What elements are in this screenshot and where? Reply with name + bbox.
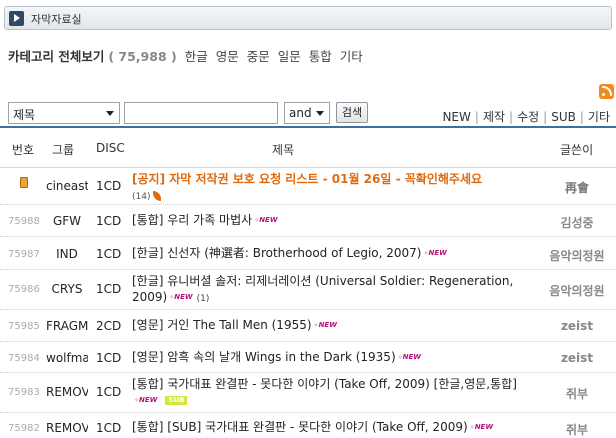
row-writer[interactable]: 再會 [538, 179, 616, 196]
search-field-select[interactable]: 제목 [8, 102, 120, 124]
row-writer[interactable]: 음악의정원 [538, 282, 616, 299]
col-disc: DISC [96, 141, 125, 155]
sub-badge: SUB [165, 396, 188, 405]
row-group[interactable]: IND [46, 247, 88, 261]
new-icon: NEW [254, 212, 277, 229]
category-link-english[interactable]: 영문 [216, 49, 239, 64]
row-num: 75986 [8, 284, 40, 295]
row-title: [통합] 우리 가족 마법사NEW [132, 212, 536, 231]
row-num: 75985 [8, 321, 40, 332]
filter-sub-link[interactable]: SUB [551, 110, 576, 124]
category-link-chinese[interactable]: 중문 [247, 49, 270, 64]
filter-other-link[interactable]: 기타 [588, 110, 610, 124]
table-header: 번호 그룹 DISC 제목 글쓴이 [0, 130, 616, 168]
row-writer[interactable]: 쥐부 [538, 385, 616, 402]
row-title: [통합] [SUB] 국가대표 완결판 - 못다한 이야기 (Take Off,… [132, 419, 536, 438]
filter-made-link[interactable]: 제작 [483, 110, 505, 124]
category-link-other[interactable]: 기타 [340, 49, 363, 64]
comment-count[interactable]: (14) [132, 192, 150, 202]
new-icon: NEW [470, 419, 493, 436]
row-title: [영문] 거인 The Tall Men (1955)NEW [132, 317, 536, 336]
row-title-link[interactable]: [영문] 거인 The Tall Men (1955) [132, 318, 312, 332]
table-row: cineast 1CD [공지] 자막 저작권 보호 요청 리스트 - 01월 … [0, 169, 616, 205]
category-link-japanese[interactable]: 일문 [278, 49, 301, 64]
play-icon [9, 11, 24, 26]
row-writer[interactable]: 음악의정원 [538, 247, 616, 264]
filter-edit-link[interactable]: 수정 [517, 110, 539, 124]
row-num: 75982 [8, 423, 40, 434]
row-disc: 1CD [96, 385, 122, 399]
total-count: ( 75,988 ) [108, 49, 177, 64]
row-title-link[interactable]: [통합] 국가대표 완결판 - 못다한 이야기 (Take Off, 2009)… [132, 377, 517, 391]
row-title: [한글] 신선자 (神選者: Brotherhood of Legio, 200… [132, 245, 536, 264]
table-row: 75983 REMOV 1CD [통합] 국가대표 완결판 - 못다한 이야기 … [0, 373, 616, 413]
row-title: [영문] 암흑 속의 날개 Wings in the Dark (1935)NE… [132, 349, 536, 368]
row-writer[interactable]: zeist [538, 351, 616, 365]
row-num: 75987 [8, 249, 40, 260]
row-num: 75984 [8, 353, 40, 364]
row-group[interactable]: REMOV [46, 385, 88, 399]
row-disc: 1CD [96, 214, 122, 228]
row-writer[interactable]: 김성중 [538, 214, 616, 231]
new-icon: NEW [134, 392, 157, 409]
search-input[interactable] [124, 102, 278, 124]
row-group[interactable]: CRYS [46, 282, 88, 296]
search-button[interactable]: 검색 [336, 102, 368, 123]
row-group[interactable]: REMOV [46, 421, 88, 435]
row-title: [공지] 자막 저작권 보호 요청 리스트 - 01월 26일 - 꼭확인해주세… [132, 171, 536, 205]
search-field-value: 제목 [13, 108, 36, 122]
col-group: 그룹 [52, 143, 75, 157]
row-disc: 1CD [96, 351, 122, 365]
col-writer: 글쓴이 [560, 143, 594, 157]
category-all-link[interactable]: 카테고리 전체보기 [8, 49, 104, 64]
row-title-link[interactable]: [영문] 암흑 속의 날개 Wings in the Dark (1935) [132, 350, 396, 364]
search-bar: 제목 and 검색 NEW | 제작 | 수정 | SUB | 기타 [0, 98, 616, 128]
new-icon: NEW [314, 317, 337, 334]
comment-count[interactable]: (1) [197, 294, 210, 304]
row-writer[interactable]: zeist [538, 319, 616, 333]
row-title-link[interactable]: [통합] [SUB] 국가대표 완결판 - 못다한 이야기 (Take Off,… [132, 420, 468, 434]
filter-new-link[interactable]: NEW [442, 110, 470, 124]
notice-icon [20, 177, 28, 188]
row-disc: 1CD [96, 179, 122, 193]
row-group[interactable]: cineast [46, 179, 88, 193]
row-disc: 1CD [96, 421, 122, 435]
row-title-link[interactable]: [한글] 신선자 (神選者: Brotherhood of Legio, 200… [132, 246, 422, 260]
row-num: 75988 [8, 216, 40, 227]
col-title: 제목 [272, 143, 295, 157]
col-num: 번호 [12, 143, 35, 157]
category-line: 카테고리 전체보기 ( 75,988 ) 한글 영문 중문 일문 통합 기타 [8, 46, 363, 65]
row-num: 75983 [8, 387, 40, 398]
row-disc: 1CD [96, 247, 122, 261]
row-title: [통합] 국가대표 완결판 - 못다한 이야기 (Take Off, 2009)… [132, 376, 536, 411]
row-group[interactable]: GFW [46, 214, 88, 228]
rss-icon[interactable] [599, 84, 614, 99]
row-disc: 2CD [96, 319, 122, 333]
row-disc: 1CD [96, 282, 122, 296]
search-operator-value: and [289, 106, 312, 120]
new-icon: NEW [398, 349, 421, 366]
table-row: 75985 FRAGMI 2CD [영문] 거인 The Tall Men (1… [0, 310, 616, 342]
search-operator-select[interactable]: and [284, 102, 330, 124]
table-row: 75988 GFW 1CD [통합] 우리 가족 마법사NEW 김성중 [0, 205, 616, 237]
row-title: [한글] 유니버셜 솔저: 리제너레이션 (Universal Soldier:… [132, 273, 536, 308]
table-row: 75986 CRYS 1CD [한글] 유니버셜 솔저: 리제너레이션 (Uni… [0, 270, 616, 310]
new-icon: NEW [424, 245, 447, 262]
row-title-link[interactable]: [공지] 자막 저작권 보호 요청 리스트 - 01월 26일 - 꼭확인해주세… [132, 172, 482, 186]
row-writer[interactable]: 쥐부 [538, 421, 616, 438]
row-group[interactable]: wolfma [46, 351, 88, 365]
new-icon: NEW [169, 289, 192, 306]
table-row: 75984 wolfma 1CD [영문] 암흑 속의 날개 Wings in … [0, 342, 616, 373]
board-title: 자막자료실 [31, 13, 82, 26]
board-title-bar: 자막자료실 [4, 6, 612, 30]
leaf-icon [153, 190, 162, 201]
category-link-combined[interactable]: 통합 [309, 49, 332, 64]
table-row: 75982 REMOV 1CD [통합] [SUB] 국가대표 완결판 - 못다… [0, 413, 616, 438]
row-group[interactable]: FRAGMI [46, 319, 88, 333]
row-title-link[interactable]: [통합] 우리 가족 마법사 [132, 213, 252, 227]
table-row: 75987 IND 1CD [한글] 신선자 (神選者: Brotherhood… [0, 237, 616, 270]
category-link-korean[interactable]: 한글 [185, 49, 208, 64]
filter-links: NEW | 제작 | 수정 | SUB | 기타 [442, 110, 610, 124]
